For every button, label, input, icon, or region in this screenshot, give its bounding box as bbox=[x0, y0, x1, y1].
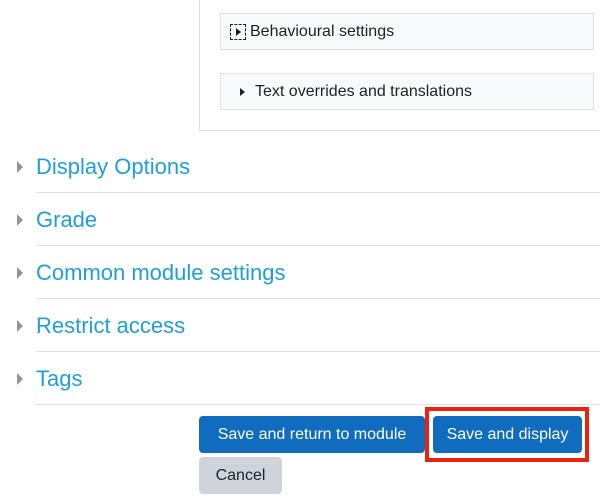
section-common-module-settings[interactable]: Common module settings bbox=[0, 246, 600, 299]
divider bbox=[36, 404, 600, 405]
section-title[interactable]: Grade bbox=[36, 207, 97, 233]
section-restrict-access[interactable]: Restrict access bbox=[0, 299, 600, 352]
behavioural-settings-label: Behavioural settings bbox=[250, 22, 395, 40]
save-and-return-button[interactable]: Save and return to module bbox=[199, 416, 425, 453]
section-grade[interactable]: Grade bbox=[0, 193, 600, 246]
section-tags[interactable]: Tags bbox=[0, 352, 600, 405]
section-title[interactable]: Display Options bbox=[36, 154, 190, 180]
behavioural-settings-toggle[interactable]: Behavioural settings bbox=[220, 13, 594, 50]
section-title[interactable]: Restrict access bbox=[36, 313, 185, 339]
section-title[interactable]: Tags bbox=[36, 366, 82, 392]
section-title[interactable]: Common module settings bbox=[36, 260, 285, 286]
caret-right-icon bbox=[230, 23, 246, 40]
section-display-options[interactable]: Display Options bbox=[0, 140, 600, 193]
caret-right-icon bbox=[17, 319, 23, 332]
text-overrides-label: Text overrides and translations bbox=[255, 82, 472, 100]
caret-right-icon bbox=[236, 87, 248, 96]
caret-right-icon bbox=[17, 372, 23, 385]
cancel-button[interactable]: Cancel bbox=[199, 457, 282, 494]
caret-right-icon bbox=[17, 160, 23, 173]
caret-right-icon bbox=[17, 266, 23, 279]
caret-right-icon bbox=[17, 213, 23, 226]
save-and-display-button[interactable]: Save and display bbox=[433, 416, 582, 453]
text-overrides-toggle[interactable]: Text overrides and translations bbox=[220, 73, 594, 110]
